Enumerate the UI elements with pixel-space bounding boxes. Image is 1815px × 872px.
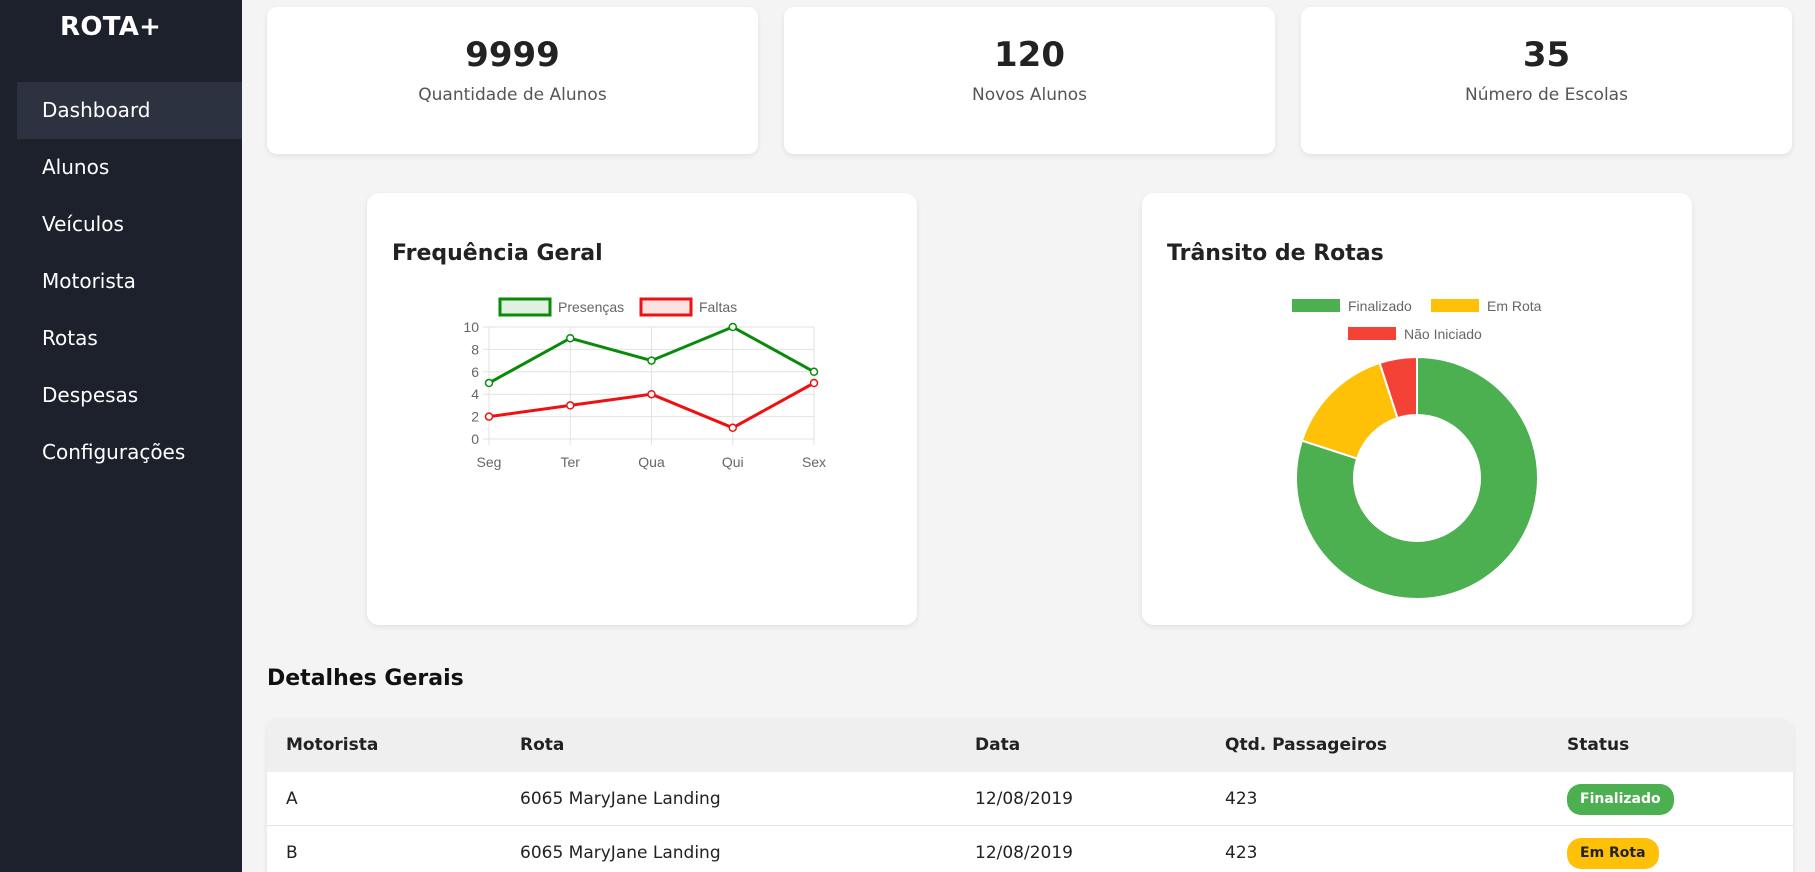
data-point[interactable] [809, 367, 819, 377]
sidebar-item-alunos[interactable]: Alunos [17, 139, 242, 196]
sidebar-item-configuracoes[interactable]: Configurações [17, 424, 242, 481]
data-point[interactable] [484, 412, 494, 421]
cell-rota: 6065 MaryJane Landing [520, 843, 721, 863]
data-point[interactable] [484, 378, 494, 388]
main-content: 9999 Quantidade de Alunos 120 Novos Alun… [242, 0, 1815, 872]
sidebar-item-dashboard[interactable]: Dashboard [17, 82, 242, 139]
stat-card-alunos: 9999 Quantidade de Alunos [267, 7, 758, 154]
stat-label: Quantidade de Alunos [418, 85, 607, 105]
legend-swatch[interactable] [1292, 299, 1340, 312]
details-title: Detalhes Gerais [267, 666, 464, 691]
sidebar-item-motorista[interactable]: Motorista [17, 253, 242, 310]
stat-value: 9999 [465, 35, 560, 75]
frequencia-chart-card: Frequência Geral Presenças Faltas 0 2 4 6 8 10 S… [367, 193, 917, 625]
column-header-rota[interactable]: Rota [520, 719, 564, 772]
cell-motorista: A [286, 789, 298, 809]
cell-passageiros: 423 [1225, 843, 1258, 863]
data-point[interactable] [566, 333, 575, 343]
cell-passageiros: 423 [1225, 789, 1258, 809]
cell-motorista: B [286, 843, 298, 863]
x-tick-label: Qua [638, 454, 665, 470]
transito-chart-card: Trânsito de Rotas Finalizado Em Rota Não I… [1142, 193, 1692, 625]
legend-label[interactable]: Presenças [558, 299, 624, 315]
stat-label: Número de Escolas [1465, 85, 1628, 105]
table-row[interactable]: A 6065 MaryJane Landing 12/08/2019 423 F… [267, 772, 1793, 826]
legend-label[interactable]: Faltas [699, 299, 737, 315]
legend-label[interactable]: Finalizado [1348, 298, 1412, 314]
data-point[interactable] [728, 322, 737, 332]
legend-swatch-faltas[interactable] [639, 297, 693, 317]
status-badge: Finalizado [1567, 784, 1674, 815]
legend-label[interactable]: Em Rota [1487, 298, 1542, 314]
table-row[interactable]: B 6065 MaryJane Landing 12/08/2019 423 E… [267, 826, 1793, 872]
stat-card-escolas: 35 Número de Escolas [1301, 7, 1792, 154]
legend-swatch[interactable] [1431, 299, 1479, 312]
sidebar-nav: Dashboard Alunos Veículos Motorista Rota… [17, 82, 242, 481]
legend-label[interactable]: Não Iniciado [1404, 326, 1482, 342]
table-header: Motorista Rota Data Qtd. Passageiros Sta… [267, 719, 1793, 772]
x-tick-label: Sex [802, 454, 826, 470]
cell-data: 12/08/2019 [975, 843, 1073, 863]
sidebar-item-rotas[interactable]: Rotas [17, 310, 242, 367]
y-tick-label: 8 [471, 341, 479, 357]
data-point[interactable] [647, 389, 656, 399]
donut-slice[interactable] [1300, 361, 1399, 460]
cell-rota: 6065 MaryJane Landing [520, 789, 721, 809]
column-header-passageiros[interactable]: Qtd. Passageiros [1225, 719, 1387, 772]
column-header-status[interactable]: Status [1567, 719, 1629, 772]
column-header-data[interactable]: Data [975, 719, 1020, 772]
app-logo[interactable]: ROTA+ [60, 12, 161, 42]
data-point[interactable] [809, 378, 819, 388]
transito-donut-chart: Finalizado Em Rota Não Iniciado [1292, 298, 1542, 600]
data-point[interactable] [566, 401, 575, 410]
sidebar-item-despesas[interactable]: Despesas [17, 367, 242, 424]
status-badge: Em Rota [1567, 838, 1659, 869]
y-tick-label: 10 [463, 319, 479, 335]
stat-value: 35 [1522, 35, 1571, 75]
sidebar-item-veiculos[interactable]: Veículos [17, 196, 242, 253]
x-tick-label: Qui [722, 454, 744, 470]
frequencia-line-chart: Presenças Faltas 0 2 4 6 8 10 Seg Ter Qua Qui Sex [463, 297, 826, 470]
y-tick-label: 6 [471, 364, 479, 380]
cell-data: 12/08/2019 [975, 789, 1073, 809]
column-header-motorista[interactable]: Motorista [286, 719, 378, 772]
y-tick-label: 2 [471, 409, 479, 425]
x-tick-label: Ter [561, 454, 581, 470]
stat-card-novos-alunos: 120 Novos Alunos [784, 7, 1275, 154]
data-point[interactable] [647, 356, 656, 365]
stat-label: Novos Alunos [972, 85, 1087, 105]
data-point[interactable] [728, 423, 737, 433]
y-tick-label: 0 [471, 431, 479, 447]
legend-swatch-presenças[interactable] [498, 297, 552, 317]
details-table: Motorista Rota Data Qtd. Passageiros Sta… [267, 719, 1793, 872]
y-tick-label: 4 [471, 386, 479, 402]
legend-swatch[interactable] [1348, 327, 1396, 340]
x-tick-label: Seg [477, 454, 502, 470]
stat-value: 120 [994, 35, 1065, 75]
sidebar: ROTA+ Dashboard Alunos Veículos Motorist… [0, 0, 242, 872]
